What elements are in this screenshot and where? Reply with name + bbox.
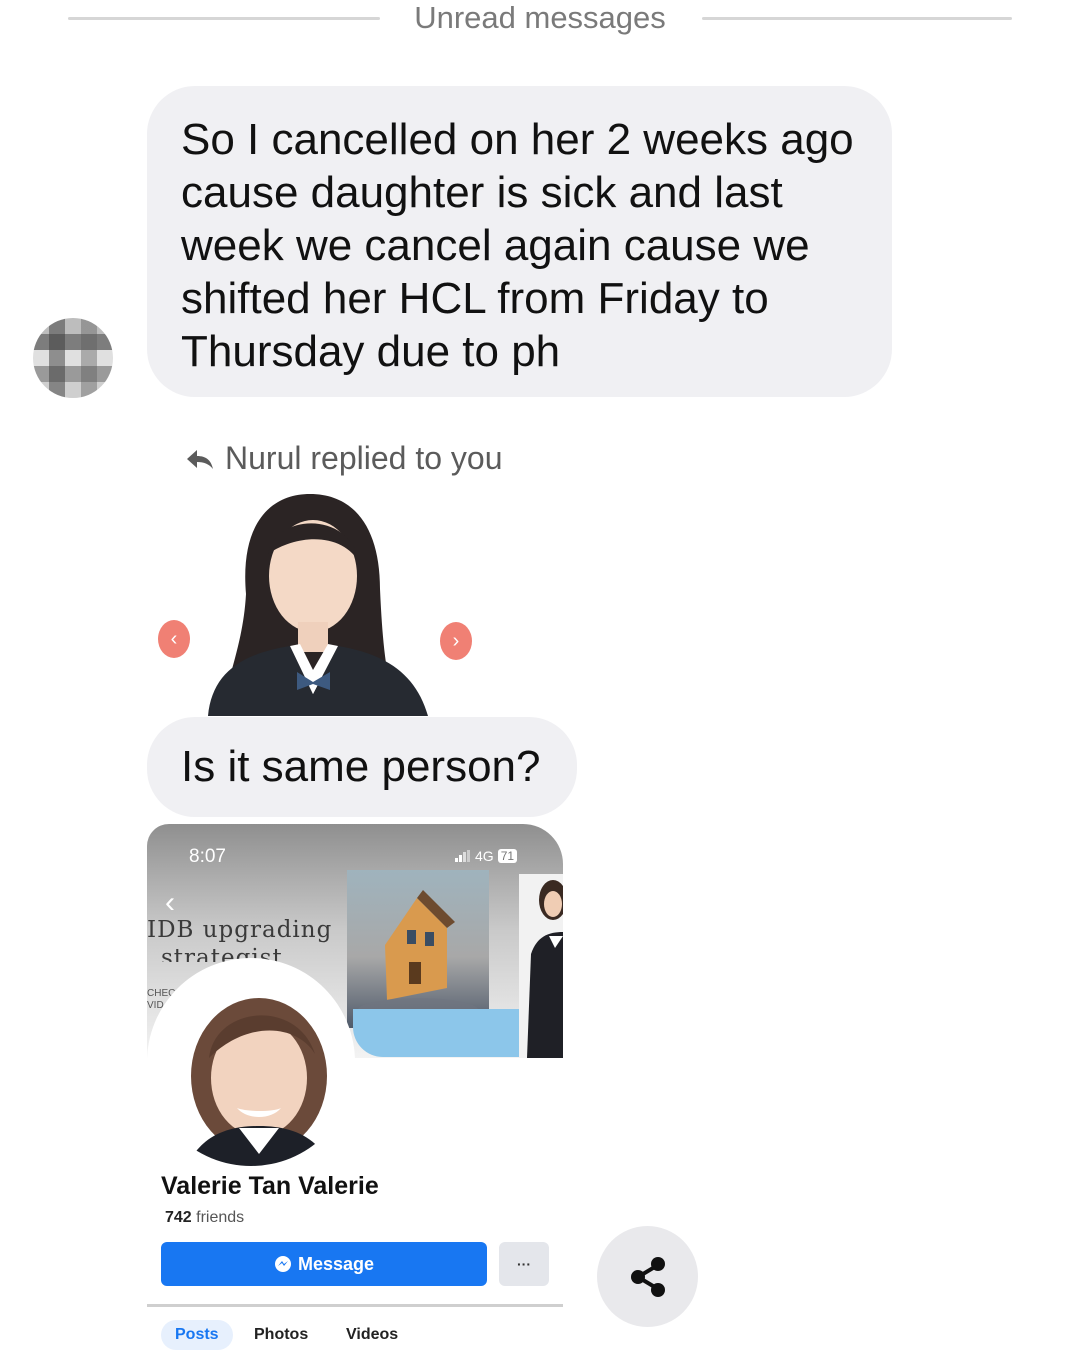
message-text-question: Is it same person? [181,742,541,791]
friends-label: friends [196,1209,245,1226]
reply-tag-label: Nurul replied to you [225,440,503,476]
tab-posts[interactable]: Posts [161,1320,233,1350]
profile-picture[interactable] [147,958,355,1166]
message-bubble-question[interactable]: Is it same person? [147,717,577,817]
message-text: So I cancelled on her 2 weeks ago cause … [181,115,854,376]
status-time: 8:07 [189,846,226,867]
banner-title: IDB upgrading strategist [147,916,332,962]
photo-prev-button[interactable]: ‹ [158,620,190,658]
divider-line-right [702,17,1012,20]
messenger-icon [274,1255,292,1273]
reply-arrow-icon [185,447,215,471]
shared-profile-screenshot[interactable]: 8:07 4G 71 ‹ IDB upgrading strategist CH… [147,824,563,1350]
banner-title-line1: IDB upgrading [147,917,333,943]
message-bubble[interactable]: So I cancelled on her 2 weeks ago cause … [147,86,892,397]
signal-icon [455,850,471,862]
reply-indicator: Nurul replied to you [185,440,502,477]
replied-photo[interactable]: ‹ › [150,494,490,716]
banner-accent-shape [353,1009,521,1057]
unread-divider-label: Unread messages [414,0,666,35]
back-icon[interactable]: ‹ [165,888,175,918]
photo-next-button[interactable]: › [440,622,472,660]
more-options-button[interactable]: ··· [499,1242,549,1286]
friends-line: 742 friends [165,1209,244,1227]
divider-line-left [68,17,380,20]
woman-portrait-image [150,494,490,716]
message-button-label: Message [297,1253,375,1274]
share-icon [625,1254,671,1300]
share-button[interactable] [597,1226,698,1327]
battery-icon: 71 [497,849,518,863]
profile-name: Valerie Tan Valerie [161,1172,379,1200]
network-label: 4G [475,848,494,864]
side-portrait-image [519,874,563,1058]
sender-avatar[interactable] [33,318,113,398]
friends-count: 742 [165,1209,192,1226]
tab-videos[interactable]: Videos [346,1326,398,1344]
tab-divider [147,1304,563,1307]
tab-photos[interactable]: Photos [254,1326,308,1344]
house-image [347,870,489,1028]
status-indicators: 4G 71 [455,848,518,864]
message-button[interactable]: Message [161,1242,487,1286]
